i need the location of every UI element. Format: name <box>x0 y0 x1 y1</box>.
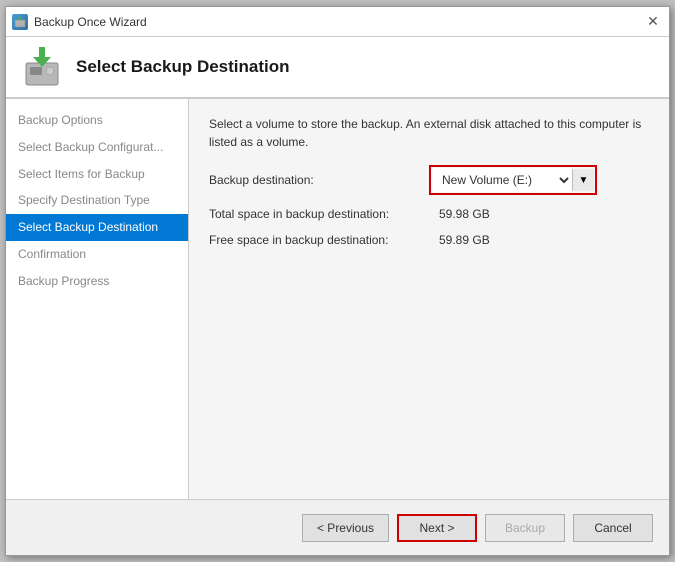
title-bar: Backup Once Wizard ✕ <box>6 7 669 37</box>
sidebar-item-specify-destination-type[interactable]: Specify Destination Type <box>6 187 188 214</box>
cancel-button[interactable]: Cancel <box>573 514 653 542</box>
page-title: Select Backup Destination <box>76 57 290 77</box>
close-button[interactable]: ✕ <box>643 12 663 32</box>
backup-destination-dropdown-container: New Volume (E:) ▼ <box>429 165 597 195</box>
sidebar: Backup Options Select Backup Configurat.… <box>6 99 189 499</box>
sidebar-item-select-items-for-backup[interactable]: Select Items for Backup <box>6 161 188 188</box>
next-button[interactable]: Next > <box>397 514 477 542</box>
wizard-header: Select Backup Destination <box>6 37 669 99</box>
previous-button[interactable]: < Previous <box>302 514 389 542</box>
backup-button[interactable]: Backup <box>485 514 565 542</box>
backup-destination-label: Backup destination: <box>209 173 419 187</box>
header-disk-icon <box>22 47 62 87</box>
wizard-footer: < Previous Next > Backup Cancel <box>6 499 669 555</box>
total-space-row: Total space in backup destination: 59.98… <box>209 205 649 223</box>
free-space-value: 59.89 GB <box>439 233 490 247</box>
total-space-value: 59.98 GB <box>439 207 490 221</box>
content-area: Select a volume to store the backup. An … <box>189 99 669 499</box>
sidebar-item-select-backup-destination[interactable]: Select Backup Destination <box>6 214 188 241</box>
window-title: Backup Once Wizard <box>34 15 643 29</box>
app-icon <box>12 14 28 30</box>
backup-destination-dropdown[interactable]: New Volume (E:) <box>432 168 572 192</box>
wizard-body: Backup Options Select Backup Configurat.… <box>6 99 669 499</box>
dropdown-arrow-icon[interactable]: ▼ <box>572 169 594 191</box>
free-space-label: Free space in backup destination: <box>209 233 439 247</box>
sidebar-item-select-backup-configuration[interactable]: Select Backup Configurat... <box>6 134 188 161</box>
free-space-row: Free space in backup destination: 59.89 … <box>209 231 649 249</box>
wizard-window: Backup Once Wizard ✕ Select Backup Desti… <box>5 6 670 556</box>
sidebar-item-backup-progress[interactable]: Backup Progress <box>6 268 188 295</box>
backup-destination-row: Backup destination: New Volume (E:) ▼ <box>209 165 649 195</box>
content-description: Select a volume to store the backup. An … <box>209 115 649 151</box>
total-space-label: Total space in backup destination: <box>209 207 439 221</box>
sidebar-item-confirmation[interactable]: Confirmation <box>6 241 188 268</box>
sidebar-item-backup-options[interactable]: Backup Options <box>6 107 188 134</box>
